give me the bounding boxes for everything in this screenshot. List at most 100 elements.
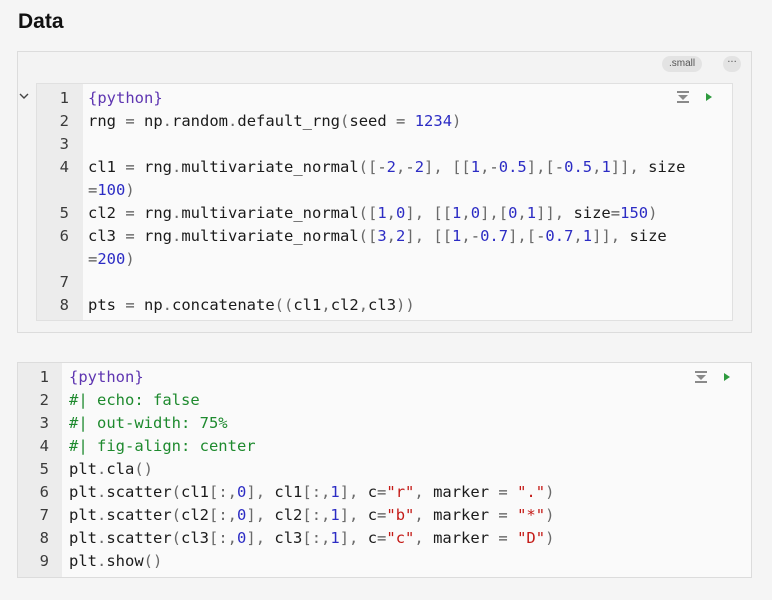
code-punctuation: ],: [424, 158, 443, 176]
code-text: size: [620, 227, 667, 245]
code-operator: =: [125, 296, 135, 314]
code-text: cl2: [330, 296, 359, 314]
line-number: 2: [59, 112, 69, 130]
run-above-icon[interactable]: [676, 89, 690, 103]
code-punctuation: ,: [414, 506, 424, 524]
code-line[interactable]: 4 cl1 = rng.multivariate_normal([-2,-2], …: [37, 156, 732, 179]
code-line[interactable]: =200): [37, 248, 732, 271]
code-content: {python}: [88, 87, 163, 110]
code-punctuation: ): [545, 529, 555, 547]
code-text: plt: [69, 483, 97, 501]
code-punctuation: ],: [405, 227, 425, 245]
code-number: 0.7: [545, 227, 574, 245]
code-line[interactable]: 3: [37, 133, 732, 156]
code-punctuation: .: [97, 552, 107, 570]
code-punctuation: (: [340, 112, 350, 130]
code-punctuation: [:,: [302, 529, 331, 547]
code-text: cl3: [368, 296, 397, 314]
code-content: plt.cla(): [69, 458, 153, 481]
code-operator: =: [377, 483, 387, 501]
code-punctuation: ): [545, 506, 555, 524]
run-above-icon[interactable]: [694, 369, 708, 383]
code-editor-2[interactable]: 1 {python} 2 #| echo: false 3 #| out-width: 7…: [18, 363, 751, 577]
code-operator: -: [405, 158, 415, 176]
code-string: ".": [517, 483, 546, 501]
code-punctuation: ): [648, 204, 658, 222]
code-number: 0: [396, 204, 406, 222]
code-string: "c": [386, 529, 415, 547]
code-line[interactable]: 6 plt.scatter(cl1[:,0], cl1[:,1], c="r", …: [18, 481, 751, 504]
code-line[interactable]: 3 #| out-width: 75%: [18, 412, 751, 435]
code-number: 0.5: [564, 158, 593, 176]
line-number: 2: [39, 391, 49, 409]
code-punctuation: ,: [517, 204, 527, 222]
cell-size-badge[interactable]: .small: [662, 56, 703, 72]
code-operator: -: [554, 158, 565, 176]
code-text: c: [358, 483, 378, 501]
code-punctuation: (: [171, 483, 182, 501]
code-text: cl3: [88, 227, 126, 245]
code-line[interactable]: 9 plt.show(): [18, 550, 751, 573]
code-punctuation: .: [97, 460, 107, 478]
code-number: 2: [396, 227, 406, 245]
code-line[interactable]: 1 {python}: [37, 87, 732, 110]
play-icon[interactable]: [702, 89, 716, 103]
code-operator: =: [498, 506, 508, 524]
code-punctuation: ): [125, 181, 135, 199]
line-number: 5: [59, 204, 69, 222]
code-line[interactable]: 5 plt.cla(): [18, 458, 751, 481]
code-content: rng = np.random.default_rng(seed = 1234): [88, 110, 461, 133]
code-number: 100: [97, 181, 126, 199]
code-operator: =: [396, 112, 406, 130]
code-line[interactable]: 8 pts = np.concatenate((cl1,cl2,cl3)): [37, 294, 732, 317]
code-punctuation: ,: [386, 204, 397, 222]
code-line[interactable]: 7: [37, 271, 732, 294]
code-operator: =: [610, 204, 621, 222]
code-string: "*": [517, 506, 546, 524]
code-line[interactable]: 5 cl2 = rng.multivariate_normal([1,0], [[…: [37, 202, 732, 225]
code-line[interactable]: 7 plt.scatter(cl2[:,0], cl2[:,1], c="b", …: [18, 504, 751, 527]
code-line[interactable]: 4 #| fig-align: center: [18, 435, 751, 458]
more-options-button[interactable]: ···: [723, 56, 741, 72]
code-text: np: [134, 112, 163, 130]
code-line[interactable]: 2 rng = np.random.default_rng(seed = 1234…: [37, 110, 732, 133]
code-punctuation: ],[: [508, 227, 537, 245]
code-line[interactable]: 6 cl3 = rng.multivariate_normal([3,2], [[…: [37, 225, 732, 248]
code-number: 1: [582, 227, 593, 245]
code-text: plt: [69, 506, 97, 524]
code-content: {python}: [69, 366, 144, 389]
chevron-down-icon[interactable]: [17, 88, 31, 102]
line-number: 7: [39, 506, 49, 524]
code-punctuation: [:,: [302, 483, 331, 501]
code-punctuation: .: [97, 483, 107, 501]
line-number: 6: [59, 227, 69, 245]
code-content: plt.scatter(cl1[:,0], cl1[:,1], c="r", m…: [69, 481, 554, 504]
code-number: 1: [330, 529, 340, 547]
line-number: 7: [59, 273, 69, 291]
code-punctuation: [:,: [209, 506, 238, 524]
code-line[interactable]: 2 #| echo: false: [18, 389, 751, 412]
code-line[interactable]: 8 plt.scatter(cl3[:,0], cl3[:,1], c="c", …: [18, 527, 751, 550]
code-text: cl3: [181, 529, 210, 547]
code-content: cl3 = rng.multivariate_normal([3,2], [[1…: [88, 225, 667, 248]
code-content: =200): [88, 248, 135, 271]
code-line[interactable]: 1 {python}: [18, 366, 751, 389]
code-text: rng: [134, 204, 172, 222]
code-content: plt.show(): [69, 550, 162, 573]
play-icon[interactable]: [720, 369, 734, 383]
line-number: 4: [59, 158, 69, 176]
code-line[interactable]: =100): [37, 179, 732, 202]
line-number: 4: [39, 437, 49, 455]
line-number: 3: [59, 135, 69, 153]
code-number: 1234: [414, 112, 453, 130]
line-number: 5: [39, 460, 49, 478]
code-text: scatter: [106, 506, 172, 524]
code-number: 1: [330, 506, 340, 524]
code-number: 1: [452, 204, 462, 222]
code-editor-1[interactable]: 1 {python} 2 rng = np.random.default_rng(se…: [36, 83, 733, 321]
code-directive: {python}: [88, 89, 163, 107]
code-text: marker: [423, 529, 499, 547]
code-content: cl1 = rng.multivariate_normal([-2,-2], […: [88, 156, 685, 179]
